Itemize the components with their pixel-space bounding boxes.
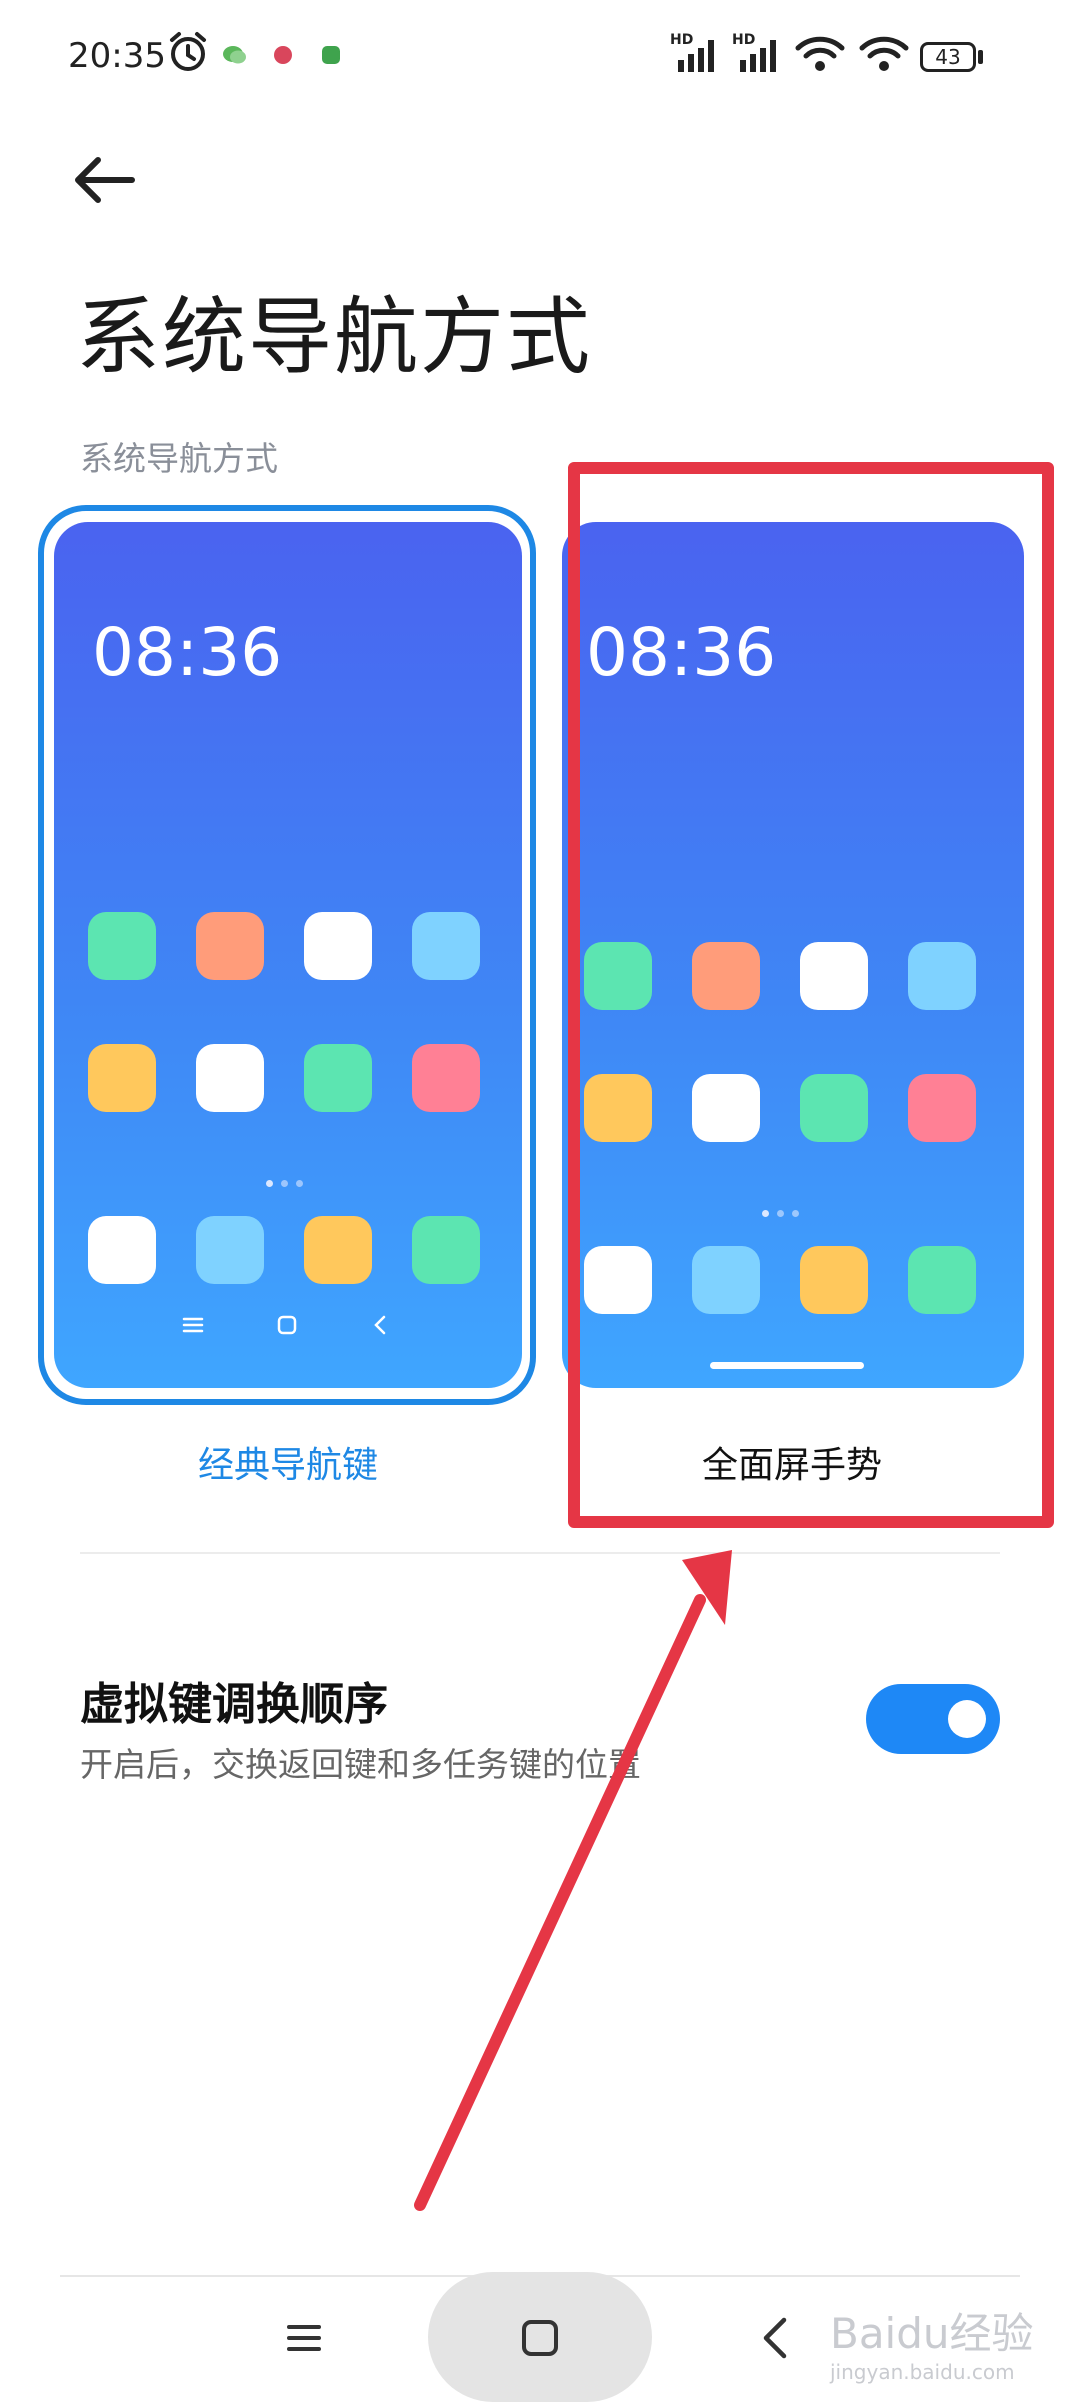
section-label: 系统导航方式 [80,439,278,478]
hd-signal-icon: HD [732,32,776,72]
status-time: 20:35 [68,36,166,76]
watermark: Baidu经验 [830,2309,1034,2358]
back-icon[interactable] [760,2316,790,2360]
watermark-url: jingyan.baidu.com [830,2360,1015,2384]
menu-icon [182,1317,204,1333]
home-icon [277,1315,297,1335]
annotation-arrow [414,1550,732,2211]
wechat-icon [223,46,246,64]
app-icon [88,1044,156,1112]
svg-text:HD: HD [670,32,693,48]
battery-level: 43 [935,45,961,69]
app-icon [304,1044,372,1112]
app-icon [412,1216,480,1284]
app-icon [304,1216,372,1284]
svg-text:HD: HD [732,32,755,48]
app-icon [88,912,156,980]
wifi-icon [859,36,909,71]
wifi-icon [795,36,845,71]
app-icon [88,1216,156,1284]
page-dot [281,1180,288,1187]
hd-signal-icon: HD [670,32,714,72]
back-icon [374,1315,386,1335]
swap-keys-toggle[interactable] [866,1684,1000,1754]
app-icon [274,46,292,64]
battery-icon: 43 [920,42,976,72]
status-bar: 20:35 HD HD 43 [0,0,1080,110]
option-label: 经典导航键 [197,1445,378,1486]
app-icon [196,912,264,980]
home-icon[interactable] [520,2318,560,2358]
app-icon [196,1044,264,1112]
app-icon [196,1216,264,1284]
menu-icon[interactable] [286,2320,322,2356]
page-dot [296,1180,303,1187]
app-icon [304,912,372,980]
highlight-box [568,462,1054,1528]
page-title: 系统导航方式 [76,288,593,386]
phone-preview: 08:36 [54,522,522,1388]
preview-time: 08:36 [92,614,283,691]
app-icon [322,46,340,64]
app-icon [412,1044,480,1112]
alarm-icon [170,32,206,71]
setting-title: 虚拟键调换顺序 [80,1679,388,1730]
battery-tip [978,50,983,64]
toggle-knob [948,1700,986,1738]
back-arrow-icon[interactable] [70,140,150,220]
page-dot [266,1180,273,1187]
app-icon [412,912,480,980]
